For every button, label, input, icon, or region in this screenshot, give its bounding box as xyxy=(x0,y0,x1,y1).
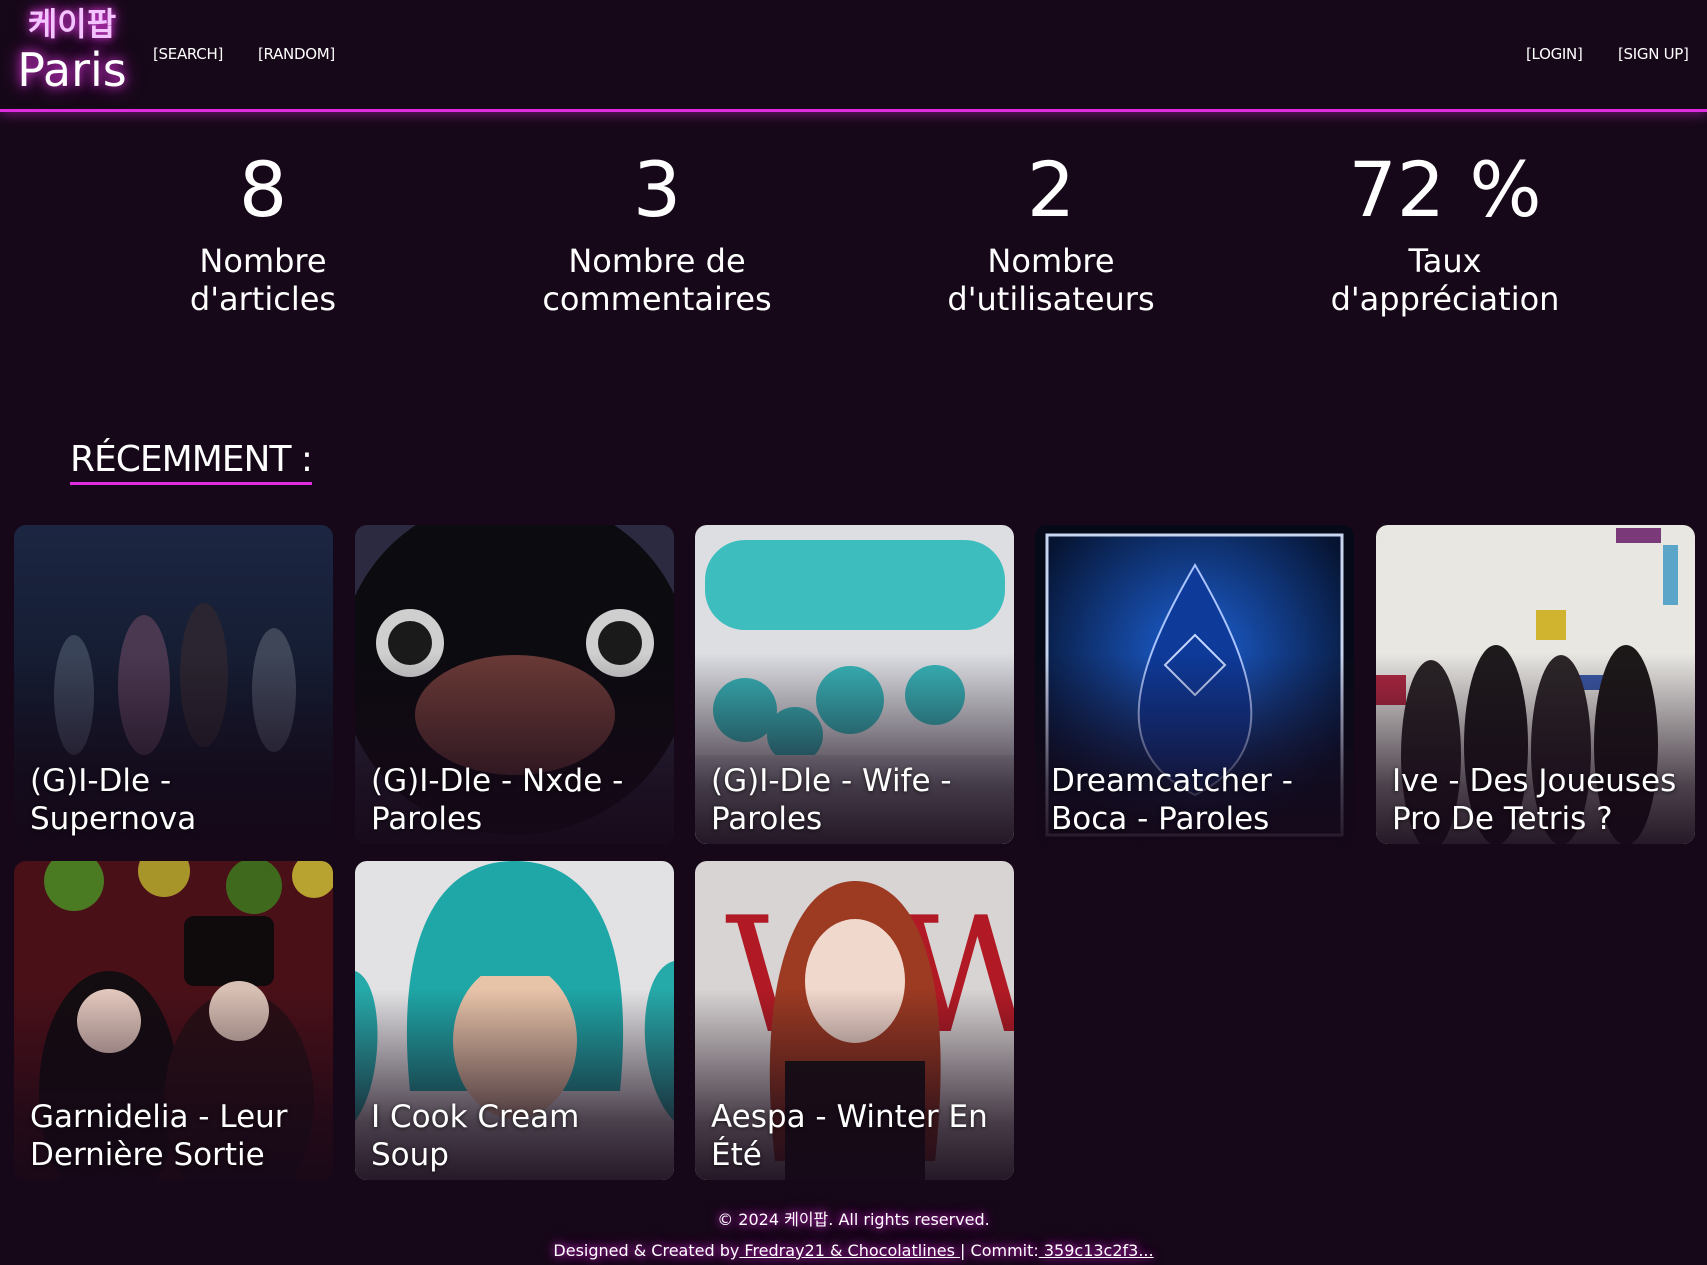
article-card[interactable]: (G)I-Dle - Nxde - Paroles xyxy=(355,525,674,844)
credit-prefix: Designed & Created by xyxy=(553,1241,740,1260)
stat-articles-value: 8 xyxy=(238,145,288,234)
stat-approval: 72 % Taux d'appréciation xyxy=(1295,142,1595,318)
footer-credits: Designed & Created by Fredray21 & Chocol… xyxy=(0,1241,1707,1260)
article-title: (G)I-Dle - Supernova xyxy=(30,763,197,837)
logo-korean-text: 케이팝 xyxy=(27,5,117,43)
recent-section-title: RÉCEMMENT : xyxy=(70,438,313,485)
stat-users-label-1: Nombre xyxy=(987,242,1115,280)
article-title: Aespa - Winter En Été xyxy=(711,1099,988,1173)
logo-city-text: Paris xyxy=(17,43,127,97)
article-title: (G)I-Dle - Wife - Paroles xyxy=(711,763,952,837)
credit-authors-link[interactable]: Fredray21 & Chocolatlines xyxy=(739,1241,960,1260)
nav-search-link[interactable]: [SEARCH] xyxy=(153,45,223,63)
stat-articles-label-1: Nombre xyxy=(199,242,327,280)
article-card[interactable]: Dreamcatcher - Boca - Paroles xyxy=(1035,525,1354,844)
article-card[interactable]: Garnidelia - Leur Dernière Sortie xyxy=(14,861,333,1180)
stat-comments-value: 3 xyxy=(632,145,682,234)
footer-copyright: © 2024 케이팝. All rights reserved. xyxy=(717,1210,990,1229)
article-card[interactable]: (G)I-Dle - Supernova xyxy=(14,525,333,844)
article-title: Garnidelia - Leur Dernière Sortie xyxy=(30,1099,288,1173)
article-title: Ive - Des Joueuses Pro De Tetris ? xyxy=(1392,763,1677,837)
nav-random-link[interactable]: [RANDOM] xyxy=(258,45,335,63)
stat-comments: 3 Nombre de commentaires xyxy=(507,142,807,318)
top-navbar: 케이팝 Paris [SEARCH] [RANDOM] [LOGIN] [SIG… xyxy=(0,0,1707,112)
article-title: (G)I-Dle - Nxde - Paroles xyxy=(371,763,624,837)
stat-articles: 8 Nombre d'articles xyxy=(113,142,413,318)
stat-articles-label-2: d'articles xyxy=(189,280,337,318)
nav-signup-link[interactable]: [SIGN UP] xyxy=(1618,45,1689,63)
article-card[interactable]: W W Aespa - Winter En Été xyxy=(695,861,1014,1180)
site-logo[interactable]: 케이팝 Paris xyxy=(12,6,132,96)
article-card[interactable]: Ive - Des Joueuses Pro De Tetris ? xyxy=(1376,525,1695,844)
stat-approval-label-1: Taux xyxy=(1408,242,1482,280)
article-card[interactable]: I Cook Cream Soup xyxy=(355,861,674,1180)
article-card[interactable]: (G)I-Dle - Wife - Paroles xyxy=(695,525,1014,844)
article-title: I Cook Cream Soup xyxy=(371,1099,580,1173)
stat-users: 2 Nombre d'utilisateurs xyxy=(901,142,1201,318)
commit-hash-link[interactable]: 359c13c2f3... xyxy=(1039,1241,1154,1260)
stat-comments-label-2: commentaires xyxy=(542,280,772,318)
commit-prefix: | Commit: xyxy=(960,1241,1039,1260)
stat-users-value: 2 xyxy=(1026,145,1076,234)
stat-comments-label-1: Nombre de xyxy=(568,242,746,280)
nav-login-link[interactable]: [LOGIN] xyxy=(1526,45,1583,63)
article-title: Dreamcatcher - Boca - Paroles xyxy=(1051,763,1293,837)
stat-users-label-2: d'utilisateurs xyxy=(947,280,1155,318)
stat-approval-label-2: d'appréciation xyxy=(1330,280,1560,318)
stat-approval-value: 72 % xyxy=(1348,145,1542,234)
